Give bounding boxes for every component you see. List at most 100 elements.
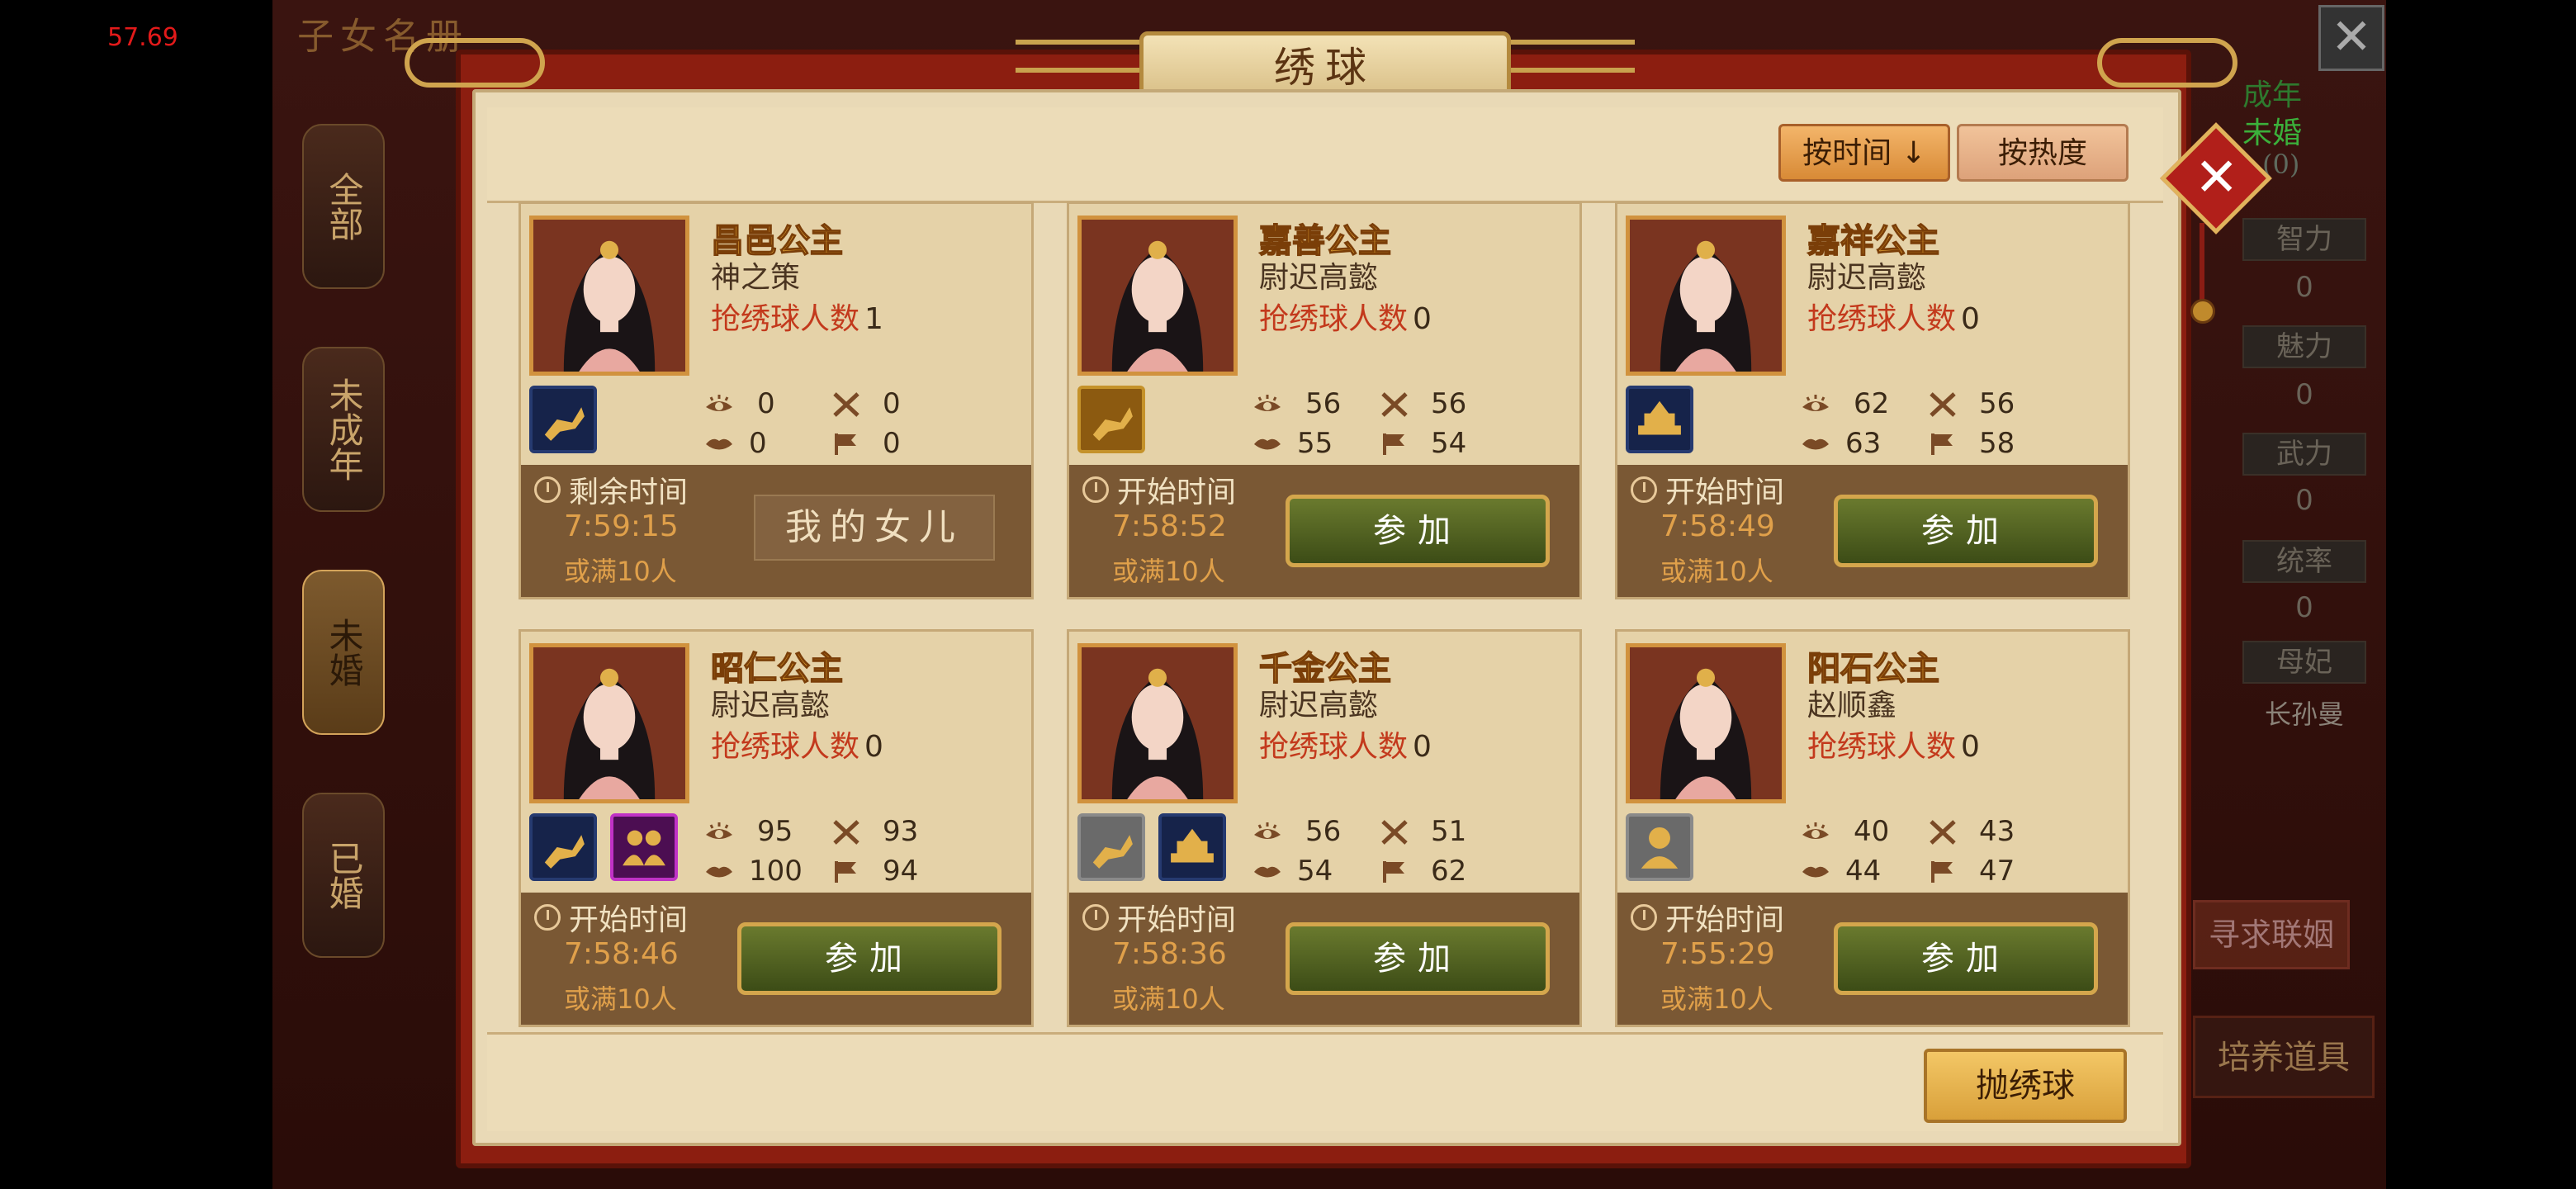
stat-flag-value: 58 [1979, 427, 2015, 460]
join-button[interactable]: 参加 [1286, 495, 1550, 567]
close-bead [2190, 299, 2215, 324]
deer-icon[interactable] [1077, 813, 1145, 881]
stat-label-intellect: 智力 [2242, 218, 2366, 261]
stat-value-force: 0 [2295, 484, 2313, 517]
join-button[interactable]: 参加 [737, 922, 1002, 995]
deer-icon[interactable] [529, 386, 597, 453]
time-value: 7:55:29 [1660, 937, 1775, 971]
suitor-count-value: 0 [864, 730, 883, 764]
deer-icon[interactable] [529, 813, 597, 881]
age-status: 成年 [2242, 78, 2303, 112]
stat-flag-value: 47 [1979, 855, 2015, 888]
right-corner-scroll [2097, 38, 2237, 88]
person-icon[interactable] [1626, 813, 1693, 881]
stat-flag-value: 0 [883, 427, 901, 460]
flag-icon [1380, 860, 1409, 884]
princess-portrait[interactable] [1077, 216, 1238, 376]
stat-value-intellect: 0 [2295, 271, 2313, 304]
training-items-button[interactable]: 培养道具 [2193, 1016, 2375, 1098]
stat-label-mother: 母妃 [2242, 641, 2366, 684]
princess-portrait[interactable] [1626, 643, 1786, 803]
princess-card: 昭仁公主 尉迟高懿 抢绣球人数 0 95 100 93 94 开始时间 7:58:… [519, 629, 1034, 1027]
time-value: 7:58:52 [1112, 509, 1227, 543]
stat-eye-value: 95 [757, 815, 793, 848]
flag-icon [1928, 432, 1958, 457]
deer-icon[interactable] [1077, 386, 1145, 453]
seek-marriage-button[interactable]: 寻求联姻 [2193, 900, 2350, 969]
background-close-button[interactable]: ✕ [2318, 5, 2384, 71]
princess-card: 嘉祥公主 尉迟高懿 抢绣球人数 0 62 63 56 58 开始时间 7:58:4… [1615, 201, 2130, 599]
lips-icon [1252, 432, 1282, 457]
join-button[interactable]: 参加 [1834, 922, 2098, 995]
princess-portrait[interactable] [1626, 216, 1786, 376]
tab-married[interactable]: 已婚 [302, 793, 385, 958]
treasure-icon[interactable] [1158, 813, 1226, 881]
card-time-section: 开始时间 7:58:36 或满10人 参加 [1069, 893, 1579, 1025]
couple-icon[interactable] [610, 813, 678, 881]
tab-minor[interactable]: 未成年 [302, 347, 385, 512]
clock-icon [1082, 904, 1109, 931]
join-button[interactable]: 参加 [1834, 495, 2098, 567]
time-label: 开始时间 [569, 903, 689, 937]
stat-label-charm: 魅力 [2242, 325, 2366, 368]
stat-label-force: 武力 [2242, 433, 2366, 476]
card-time-section: 开始时间 7:58:49 或满10人 参加 [1617, 465, 2128, 597]
stat-swords-value: 0 [883, 387, 901, 420]
card-time-section: 开始时间 7:58:52 或满10人 参加 [1069, 465, 1579, 597]
princess-portrait[interactable] [529, 643, 689, 803]
tab-unmarried[interactable]: 未婚 [302, 570, 385, 735]
lips-icon [1252, 860, 1282, 884]
time-value: 7:58:49 [1660, 509, 1775, 543]
stat-lips-value: 44 [1845, 855, 1882, 888]
leading-suitor: 尉迟高懿 [1259, 689, 1379, 722]
suitor-count-label: 抢绣球人数 [1259, 302, 1409, 336]
card-time-section: 剩余时间 7:59:15 或满10人 我的女儿 [521, 465, 1031, 597]
suitor-count-label: 抢绣球人数 [711, 302, 860, 336]
princess-portrait[interactable] [1077, 643, 1238, 803]
tab-all[interactable]: 全部 [302, 124, 385, 289]
join-button[interactable]: 参加 [1286, 922, 1550, 995]
or-full-label: 或满10人 [1660, 983, 1773, 1015]
lips-icon [704, 860, 734, 884]
clock-icon [534, 904, 561, 931]
stat-swords-value: 51 [1431, 815, 1467, 848]
leading-suitor: 赵顺鑫 [1807, 689, 1897, 722]
stat-lips-value: 100 [749, 855, 803, 888]
eye-icon [1801, 820, 1830, 845]
sort-by-time-button[interactable]: 按时间 ↓ [1778, 124, 1950, 182]
clock-icon [534, 476, 561, 503]
time-label: 开始时间 [1665, 903, 1785, 937]
suitor-count-row: 抢绣球人数 0 [1259, 295, 1432, 338]
princess-portrait[interactable] [529, 216, 689, 376]
lips-icon [1801, 860, 1830, 884]
stat-swords-value: 43 [1979, 815, 2015, 848]
stat-swords-value: 93 [883, 815, 919, 848]
clock-icon [1082, 476, 1109, 503]
suitor-count-row: 抢绣球人数 0 [1259, 722, 1432, 765]
stat-flag-value: 62 [1431, 855, 1467, 888]
sort-by-heat-button[interactable]: 按热度 [1957, 124, 2129, 182]
suitor-count-value: 0 [1413, 302, 1432, 336]
leading-suitor: 尉迟高懿 [1807, 261, 1927, 295]
stat-lips-value: 0 [749, 427, 767, 460]
eye-icon [1801, 392, 1830, 417]
or-full-label: 或满10人 [1660, 556, 1773, 587]
lips-icon [704, 432, 734, 457]
stat-lips-value: 54 [1297, 855, 1333, 888]
crossed-swords-icon [1928, 820, 1958, 845]
time-label: 剩余时间 [569, 476, 689, 509]
suitor-count-value: 0 [1413, 730, 1432, 764]
eye-icon [704, 820, 734, 845]
or-full-label: 或满10人 [564, 556, 677, 587]
throw-ball-button[interactable]: 抛绣球 [1924, 1049, 2127, 1123]
sort-by-time-label: 按时间 [1802, 136, 1892, 170]
leading-suitor: 尉迟高懿 [711, 689, 831, 722]
stat-swords-value: 56 [1431, 387, 1467, 420]
crossed-swords-icon [1380, 392, 1409, 417]
treasure-icon[interactable] [1626, 386, 1693, 453]
flag-icon [1380, 432, 1409, 457]
arrow-down-icon: ↓ [1901, 136, 1926, 170]
clock-icon [1631, 904, 1657, 931]
stat-lips-value: 55 [1297, 427, 1333, 460]
stat-flag-value: 94 [883, 855, 919, 888]
